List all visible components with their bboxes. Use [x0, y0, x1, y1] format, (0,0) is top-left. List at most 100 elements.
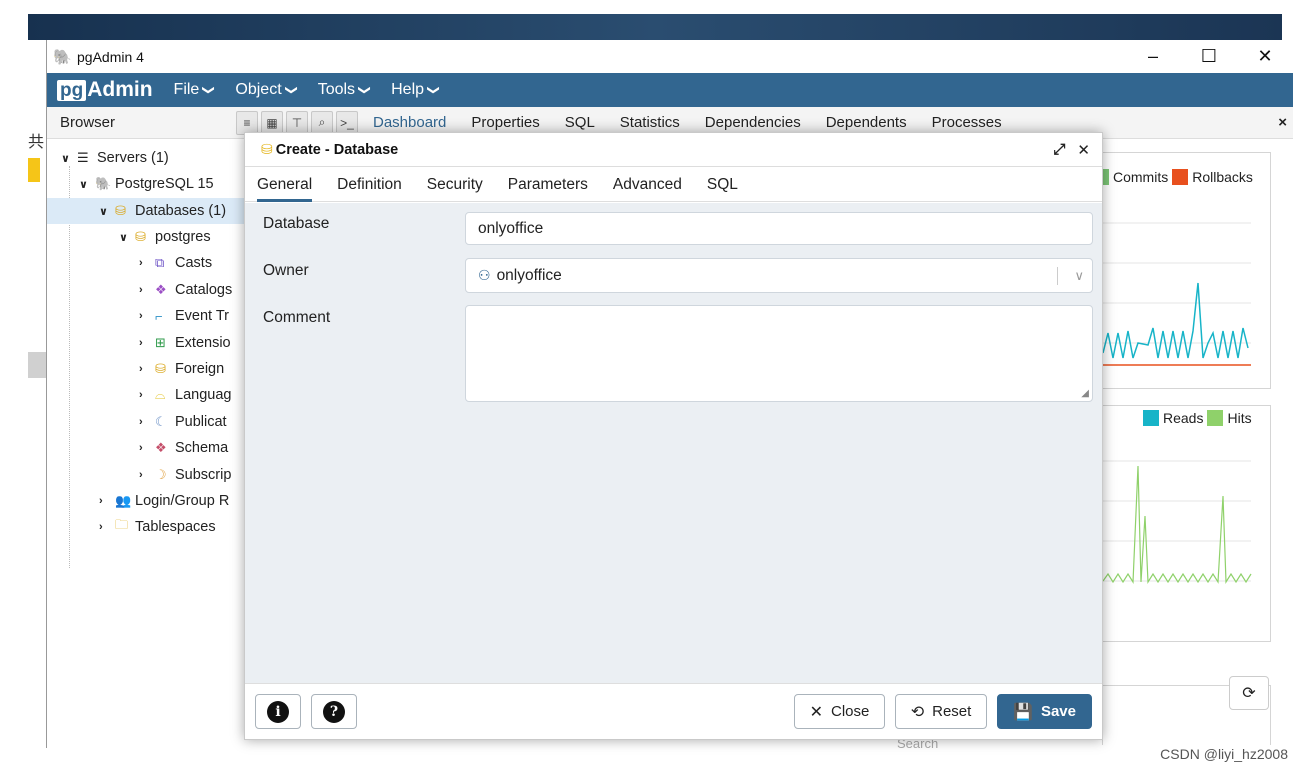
- save-button-label: Save: [1040, 703, 1076, 720]
- tab-statistics[interactable]: Statistics: [620, 114, 680, 131]
- chevron-right-icon: ›: [139, 310, 143, 322]
- close-button[interactable]: ✕ Close: [794, 694, 885, 729]
- owner-value: onlyoffice: [496, 266, 562, 284]
- chevron-right-icon: ›: [139, 337, 143, 349]
- resize-grip-icon[interactable]: ◢: [1081, 388, 1089, 399]
- user-icon: ⚇: [478, 267, 491, 283]
- info-button[interactable]: i: [255, 694, 301, 729]
- dialog-header-buttons: ⤢ ✕: [1053, 141, 1090, 159]
- tab-sql[interactable]: SQL: [565, 114, 595, 131]
- tree-node-tablespaces[interactable]: › 🗀 Tablespaces: [99, 514, 247, 540]
- tree-node-languages[interactable]: › ⌓ Languag: [139, 382, 247, 408]
- foreign-data-icon: ⛁: [155, 361, 166, 376]
- logo-pg: pg: [57, 79, 87, 101]
- maximize-button[interactable]: ☐: [1181, 40, 1237, 73]
- pgadmin-logo: pg Admin: [57, 78, 153, 102]
- minimize-button[interactable]: –: [1125, 40, 1181, 73]
- tab-dashboard[interactable]: Dashboard: [373, 114, 446, 131]
- search-icon[interactable]: ⌕: [311, 110, 333, 135]
- database-label: Database: [263, 215, 330, 232]
- tab-security[interactable]: Security: [427, 168, 483, 202]
- tree-node-subscriptions[interactable]: › ☽ Subscrip: [139, 462, 247, 488]
- chevron-down-icon: ∨: [119, 231, 128, 244]
- tab-advanced[interactable]: Advanced: [613, 168, 682, 202]
- chevron-down-icon[interactable]: ∨: [1074, 259, 1084, 292]
- help-button[interactable]: ?: [311, 694, 357, 729]
- reset-icon: ⟲: [910, 703, 925, 721]
- owner-select[interactable]: ⚇ onlyoffice ∨: [465, 258, 1093, 293]
- tree-node-foreign[interactable]: › ⛁ Foreign: [139, 356, 247, 382]
- chevron-down-icon: ❯: [284, 84, 299, 96]
- tree-node-catalogs[interactable]: › ❖ Catalogs: [139, 277, 247, 303]
- save-button[interactable]: 💾 Save: [997, 694, 1092, 729]
- folder-icon: 🗀: [115, 517, 129, 532]
- dialog-body: Database onlyoffice Owner ⚇ onlyoffice ∨…: [245, 203, 1102, 683]
- menu-help[interactable]: Help ❯: [391, 81, 441, 99]
- transactions-graph-panel: Commits Rollbacks: [1102, 152, 1271, 389]
- close-button-label: Close: [831, 703, 870, 720]
- tab-properties[interactable]: Properties: [471, 114, 539, 131]
- tree-label: Databases (1): [135, 203, 227, 219]
- reset-button[interactable]: ⟲ Reset: [895, 694, 987, 729]
- publication-icon: ☾: [155, 414, 167, 429]
- refresh-icon[interactable]: ⟳: [1229, 676, 1269, 710]
- tree-node-extensions[interactable]: › ⊞ Extensio: [139, 330, 247, 356]
- menu-tools-label: Tools: [317, 81, 356, 98]
- tree-node-casts[interactable]: › ⧉ Casts: [139, 250, 247, 276]
- tab-processes[interactable]: Processes: [932, 114, 1002, 131]
- tree-node-login-roles[interactable]: › 👥 Login/Group R: [99, 488, 247, 514]
- tab-dependents[interactable]: Dependents: [826, 114, 907, 131]
- database-name-input[interactable]: onlyoffice: [465, 212, 1093, 245]
- dialog-header: ⛁ Create - Database ⤢ ✕: [245, 133, 1102, 167]
- tree-node-postgres[interactable]: ∨ ⛁ postgres: [119, 224, 247, 250]
- terminal-icon[interactable]: >_: [336, 110, 358, 135]
- extension-icon: ⊞: [155, 335, 166, 350]
- database-icon: ⛁: [135, 229, 146, 244]
- reset-button-label: Reset: [932, 703, 972, 720]
- chevron-right-icon: ›: [139, 284, 143, 296]
- event-trigger-icon: ⌐: [155, 308, 163, 324]
- tree-node-event-triggers[interactable]: › ⌐ Event Tr: [139, 303, 247, 329]
- tree-label: Casts: [175, 255, 213, 271]
- close-icon[interactable]: ✕: [1077, 141, 1090, 159]
- desktop-fragment: [28, 352, 46, 378]
- view-data-icon[interactable]: ▦: [261, 110, 283, 135]
- query-tool-icon[interactable]: ≡: [236, 110, 258, 135]
- tree-node-databases[interactable]: ∨ ⛁ Databases (1): [47, 198, 247, 224]
- tree-node-publications[interactable]: › ☾ Publicat: [139, 409, 247, 435]
- chevron-right-icon: ›: [99, 521, 103, 533]
- tree-node-schemas[interactable]: › ❖ Schema: [139, 435, 247, 461]
- chevron-right-icon: ›: [139, 416, 143, 428]
- database-name-value: onlyoffice: [478, 219, 544, 237]
- dialog-footer: i ? ✕ Close ⟲ Reset 💾 Save: [245, 683, 1102, 739]
- comment-textarea[interactable]: ◢: [465, 305, 1093, 402]
- browser-tree: ∨ ☰ Servers (1) ∨ 🐘 PostgreSQL 15 ∨ ⛁ Da…: [47, 140, 247, 568]
- elephant-icon: 🐘: [53, 48, 72, 66]
- menu-file[interactable]: File ❯: [174, 81, 217, 99]
- schema-icon: ❖: [155, 440, 167, 455]
- tab-general[interactable]: General: [257, 168, 313, 202]
- chevron-down-icon: ❯: [358, 84, 373, 96]
- tab-sql[interactable]: SQL: [707, 168, 738, 202]
- tree-label: Servers (1): [97, 150, 169, 166]
- filter-icon[interactable]: ⊤: [286, 110, 308, 135]
- browser-panel-title: Browser: [60, 114, 116, 131]
- expand-icon[interactable]: ⤢: [1053, 141, 1065, 159]
- chevron-right-icon: ›: [139, 257, 143, 269]
- tab-parameters[interactable]: Parameters: [508, 168, 588, 202]
- menu-tools[interactable]: Tools ❯: [317, 81, 373, 99]
- tab-dependencies[interactable]: Dependencies: [705, 114, 801, 131]
- close-window-button[interactable]: ✕: [1237, 40, 1293, 73]
- chevron-right-icon: ›: [139, 363, 143, 375]
- tab-definition[interactable]: Definition: [337, 168, 402, 202]
- tree-label: Event Tr: [175, 308, 229, 324]
- tree-node-servers[interactable]: ∨ ☰ Servers (1): [61, 145, 247, 171]
- menu-object[interactable]: Object ❯: [235, 81, 299, 99]
- tree-node-server[interactable]: ∨ 🐘 PostgreSQL 15: [79, 171, 247, 197]
- close-icon: ✕: [809, 703, 824, 721]
- save-icon: 💾: [1013, 703, 1033, 721]
- menu-object-label: Object: [235, 81, 282, 98]
- chevron-right-icon: ›: [139, 389, 143, 401]
- elephant-icon: 🐘: [95, 176, 112, 191]
- close-tab-icon[interactable]: ×: [1278, 114, 1287, 131]
